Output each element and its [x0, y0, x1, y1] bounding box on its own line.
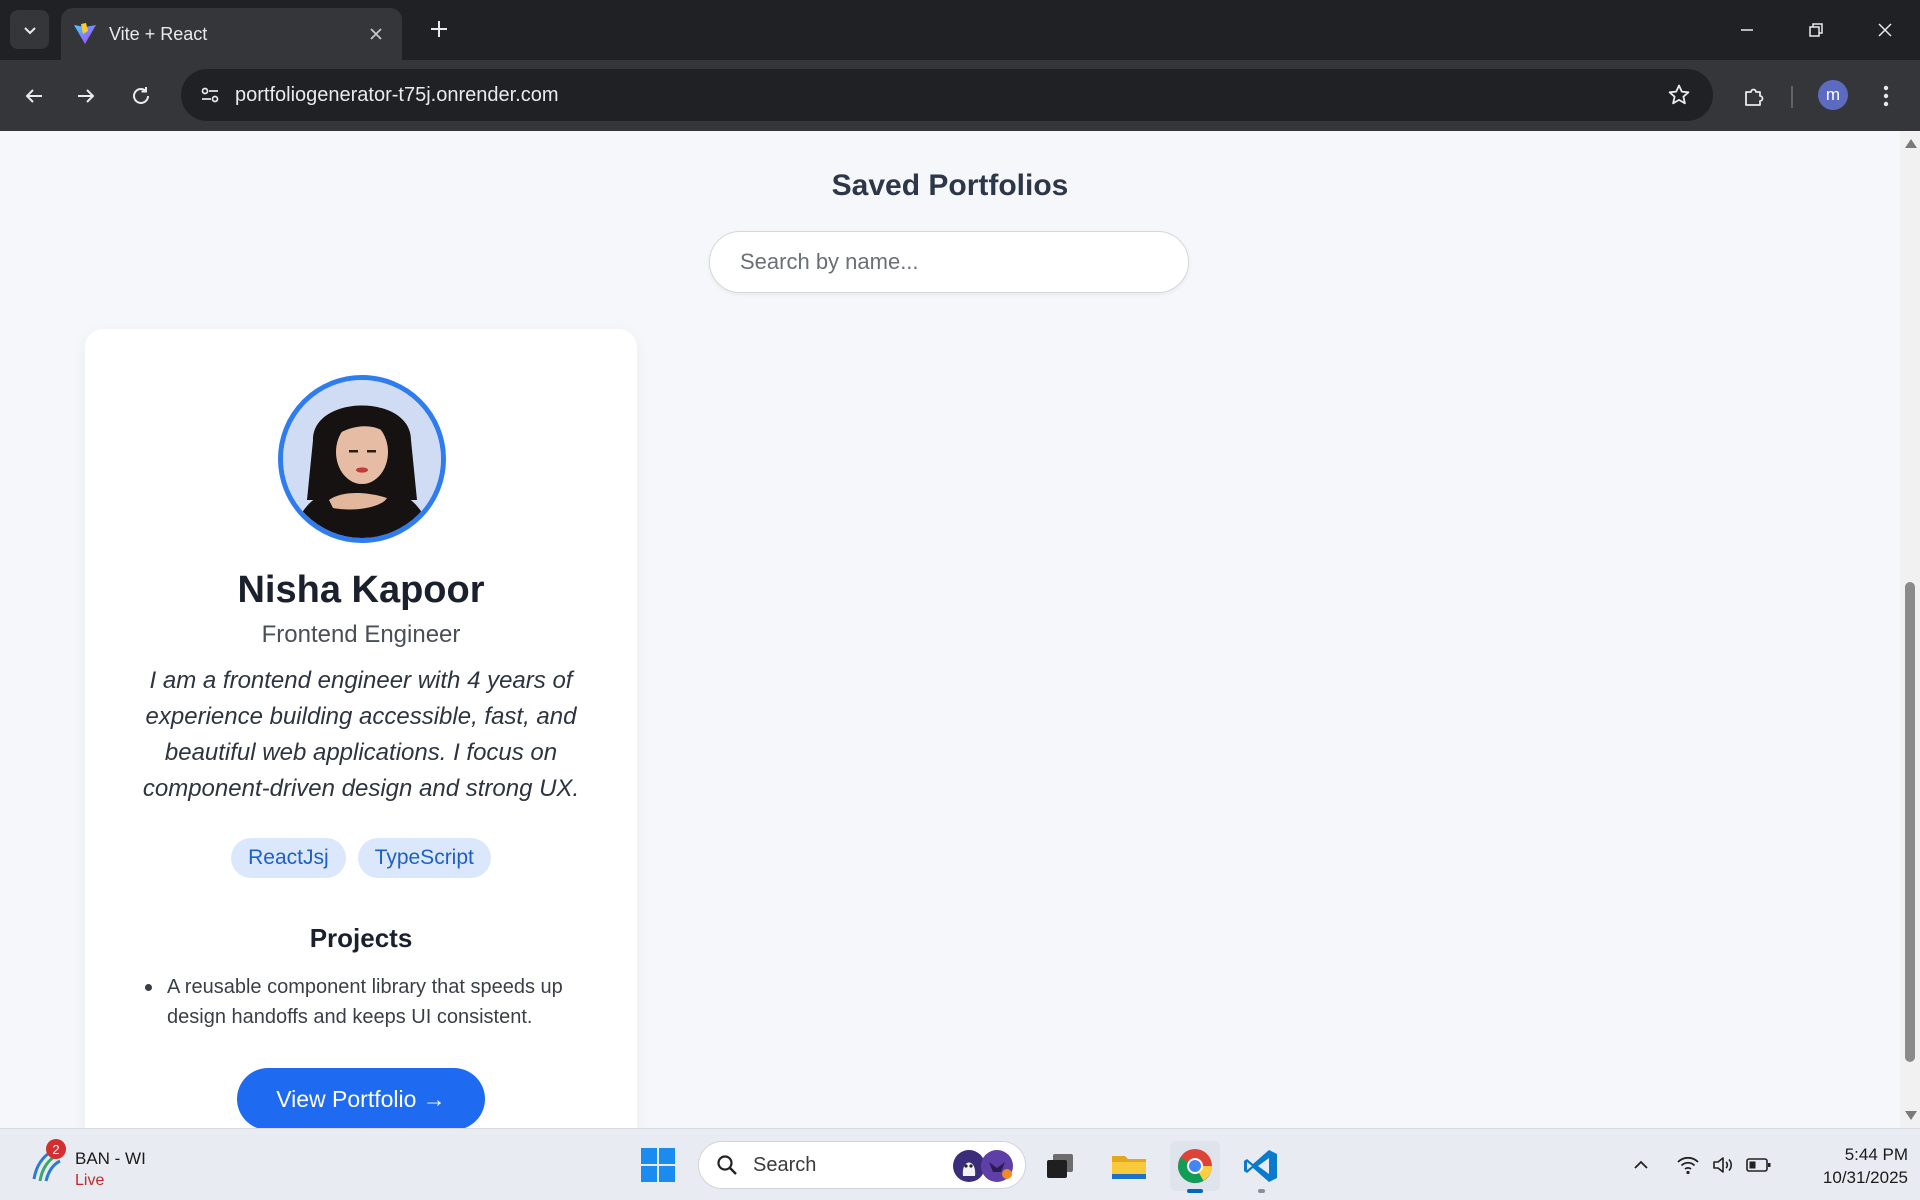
widget-live-status: Live: [75, 1172, 105, 1189]
back-button[interactable]: [14, 76, 54, 116]
profile-photo: [278, 375, 446, 543]
battery-status[interactable]: [1743, 1149, 1775, 1181]
vscode-icon: [1244, 1150, 1277, 1182]
reload-button[interactable]: [121, 76, 161, 116]
chevron-down-icon: [23, 26, 36, 34]
show-hidden-icons-button[interactable]: [1625, 1149, 1657, 1181]
taskbar: 2 BAN - WI Live Search 5:44 PM 10/31/202…: [0, 1128, 1920, 1200]
forward-button[interactable]: [66, 76, 106, 116]
chevron-up-icon: [1634, 1160, 1648, 1169]
address-bar[interactable]: portfoliogenerator-t75j.onrender.com: [181, 69, 1713, 121]
browser-tab-bar: Vite + React: [0, 0, 1920, 60]
browser-tab-active[interactable]: Vite + React: [61, 8, 402, 60]
halloween-art-icon: [953, 1150, 1013, 1182]
page-scrollbar[interactable]: [1900, 131, 1920, 1128]
news-widget[interactable]: 2 BAN - WI Live: [26, 1137, 206, 1193]
minimize-icon: [1741, 29, 1753, 31]
clock-date: 10/31/2025: [1822, 1168, 1908, 1187]
tab-close-icon[interactable]: [364, 22, 388, 47]
list-item: A reusable component library that speeds…: [143, 972, 603, 1032]
url-text[interactable]: portfoliogenerator-t75j.onrender.com: [235, 84, 1659, 107]
page-title: Saved Portfolios: [831, 169, 1069, 202]
restore-icon: [1809, 23, 1823, 37]
plus-icon: [431, 21, 447, 37]
folder-icon: [1112, 1156, 1146, 1179]
vite-logo-icon: [74, 23, 96, 44]
scroll-down-arrow-icon[interactable]: [1905, 1111, 1917, 1120]
search-input[interactable]: [709, 231, 1189, 293]
running-indicator: [1187, 1189, 1203, 1193]
notification-badge: 2: [46, 1139, 66, 1159]
vscode-taskbar-button[interactable]: [1236, 1141, 1286, 1193]
chrome-taskbar-button[interactable]: [1170, 1141, 1220, 1193]
minimize-button[interactable]: [1724, 8, 1770, 52]
portfolio-name: Nisha Kapoor: [237, 569, 485, 611]
reload-icon: [133, 87, 149, 104]
skill-tag: TypeScript: [357, 838, 491, 878]
tab-search-button[interactable]: [10, 10, 49, 49]
wifi-icon: [1677, 1156, 1699, 1175]
search-icon: [713, 1151, 741, 1179]
close-icon: [1878, 23, 1892, 37]
arrow-right-icon: [78, 89, 95, 103]
tune-icon[interactable]: [195, 80, 225, 110]
scrollbar-thumb[interactable]: [1905, 582, 1915, 1062]
restore-button[interactable]: [1793, 8, 1839, 52]
portfolio-role: Frontend Engineer: [261, 621, 461, 648]
system-clock[interactable]: 5:44 PM 10/31/2025: [1790, 1143, 1908, 1189]
taskbar-search-label: Search: [753, 1153, 817, 1176]
portfolio-bio: I am a frontend engineer with 4 years of…: [142, 667, 580, 802]
chrome-icon: [1178, 1149, 1212, 1184]
tab-title: Vite + React: [109, 23, 208, 44]
bookmark-button[interactable]: [1659, 75, 1699, 115]
kebab-menu-icon: [1883, 85, 1889, 107]
star-icon: [1668, 84, 1690, 105]
view-portfolio-button[interactable]: View Portfolio →: [237, 1068, 485, 1128]
toolbar-divider: [1791, 86, 1793, 108]
skill-tag: ReactJsj: [231, 838, 346, 878]
page-viewport: Saved Portfolios Nisha Kapoor Frontend E…: [0, 131, 1900, 1128]
taskbar-search-box[interactable]: Search: [698, 1141, 1026, 1189]
task-view-button[interactable]: [1035, 1141, 1085, 1191]
profile-avatar[interactable]: m: [1818, 80, 1848, 110]
file-explorer-button[interactable]: [1104, 1141, 1154, 1191]
widget-title: BAN - WI: [75, 1149, 146, 1168]
volume-control[interactable]: [1707, 1149, 1739, 1181]
windows-start-icon[interactable]: [640, 1147, 676, 1183]
clock-time: 5:44 PM: [1844, 1145, 1908, 1164]
project-list: A reusable component library that speeds…: [143, 972, 603, 1032]
arrow-left-icon: [25, 89, 42, 103]
browser-toolbar: portfoliogenerator-t75j.onrender.com m: [0, 60, 1920, 131]
portfolio-card: Nisha Kapoor Frontend Engineer I am a fr…: [85, 329, 637, 1128]
projects-heading: Projects: [309, 923, 413, 953]
extensions-button[interactable]: [1734, 76, 1774, 116]
skill-tags: ReactJsj TypeScript: [85, 838, 637, 878]
puzzle-icon: [1745, 88, 1764, 106]
browser-menu-button[interactable]: [1870, 76, 1902, 116]
task-view-icon: [1047, 1154, 1073, 1178]
battery-icon: [1746, 1158, 1771, 1172]
close-window-button[interactable]: [1862, 8, 1908, 52]
wifi-status[interactable]: [1672, 1149, 1704, 1181]
new-tab-button[interactable]: [422, 13, 456, 47]
running-indicator: [1258, 1189, 1265, 1193]
scroll-up-arrow-icon[interactable]: [1905, 139, 1917, 148]
speaker-icon: [1713, 1157, 1732, 1173]
